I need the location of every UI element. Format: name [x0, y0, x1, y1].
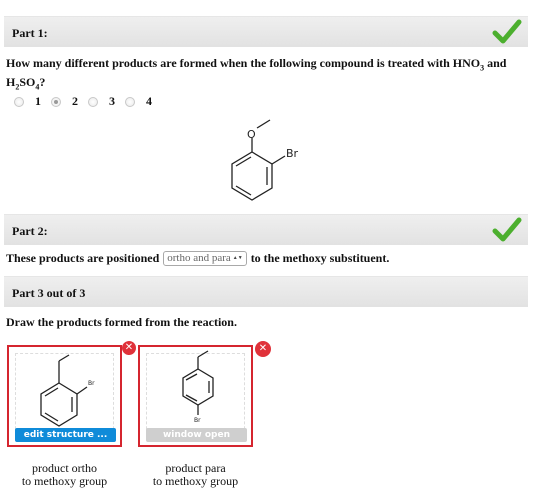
- option-4[interactable]: 4: [125, 94, 162, 109]
- option-4-radio[interactable]: [125, 96, 135, 107]
- part1-question: How many different products are formed w…: [6, 56, 507, 92]
- part3-instruction: Draw the products formed from the reacti…: [6, 315, 237, 329]
- checkmark-icon: [492, 19, 522, 44]
- part1-header: Part 1:: [4, 16, 528, 47]
- molecule-2-bromoanisole: O Br: [231, 119, 299, 201]
- part2-sentence: These products are positioned ortho and …: [6, 251, 390, 266]
- caption-ortho: product ortho to methoxy group: [21, 461, 108, 488]
- option-1-radio[interactable]: [14, 96, 24, 107]
- answer-options: 1 2 3 4: [14, 94, 162, 109]
- caption-para: product para to methoxy group: [152, 461, 239, 488]
- updown-arrow-icon: ▲▼: [232, 256, 243, 261]
- bromine-label: Br: [194, 417, 201, 424]
- part3-header: Part 3 out of 3: [4, 276, 528, 307]
- structure-box-ortho[interactable]: Br edit structure ...: [7, 345, 122, 447]
- oxygen-label: O: [247, 128, 256, 141]
- option-2[interactable]: 2: [51, 94, 88, 109]
- part3-title: Part 3 out of 3: [12, 286, 86, 300]
- close-icon[interactable]: ✕: [255, 341, 271, 357]
- window-open-button: window open: [146, 428, 247, 442]
- part2-title: Part 2:: [12, 224, 48, 238]
- bromine-label: Br: [88, 380, 95, 387]
- option-3[interactable]: 3: [88, 94, 125, 109]
- close-icon[interactable]: ✕: [122, 341, 136, 355]
- part1-title: Part 1:: [12, 26, 48, 40]
- position-dropdown[interactable]: ortho and para ▲▼: [163, 251, 247, 266]
- edit-structure-button[interactable]: edit structure ...: [15, 428, 116, 442]
- option-1[interactable]: 1: [14, 94, 51, 109]
- structure-box-para[interactable]: Br window open: [138, 345, 253, 447]
- checkmark-icon: [492, 217, 522, 242]
- option-3-radio[interactable]: [88, 96, 98, 107]
- molecule-ortho-product: Br: [40, 354, 95, 427]
- part2-header: Part 2:: [4, 214, 528, 245]
- option-2-radio[interactable]: [51, 96, 61, 107]
- bromine-label: Br: [286, 147, 299, 160]
- molecule-para-product: Br: [182, 350, 214, 424]
